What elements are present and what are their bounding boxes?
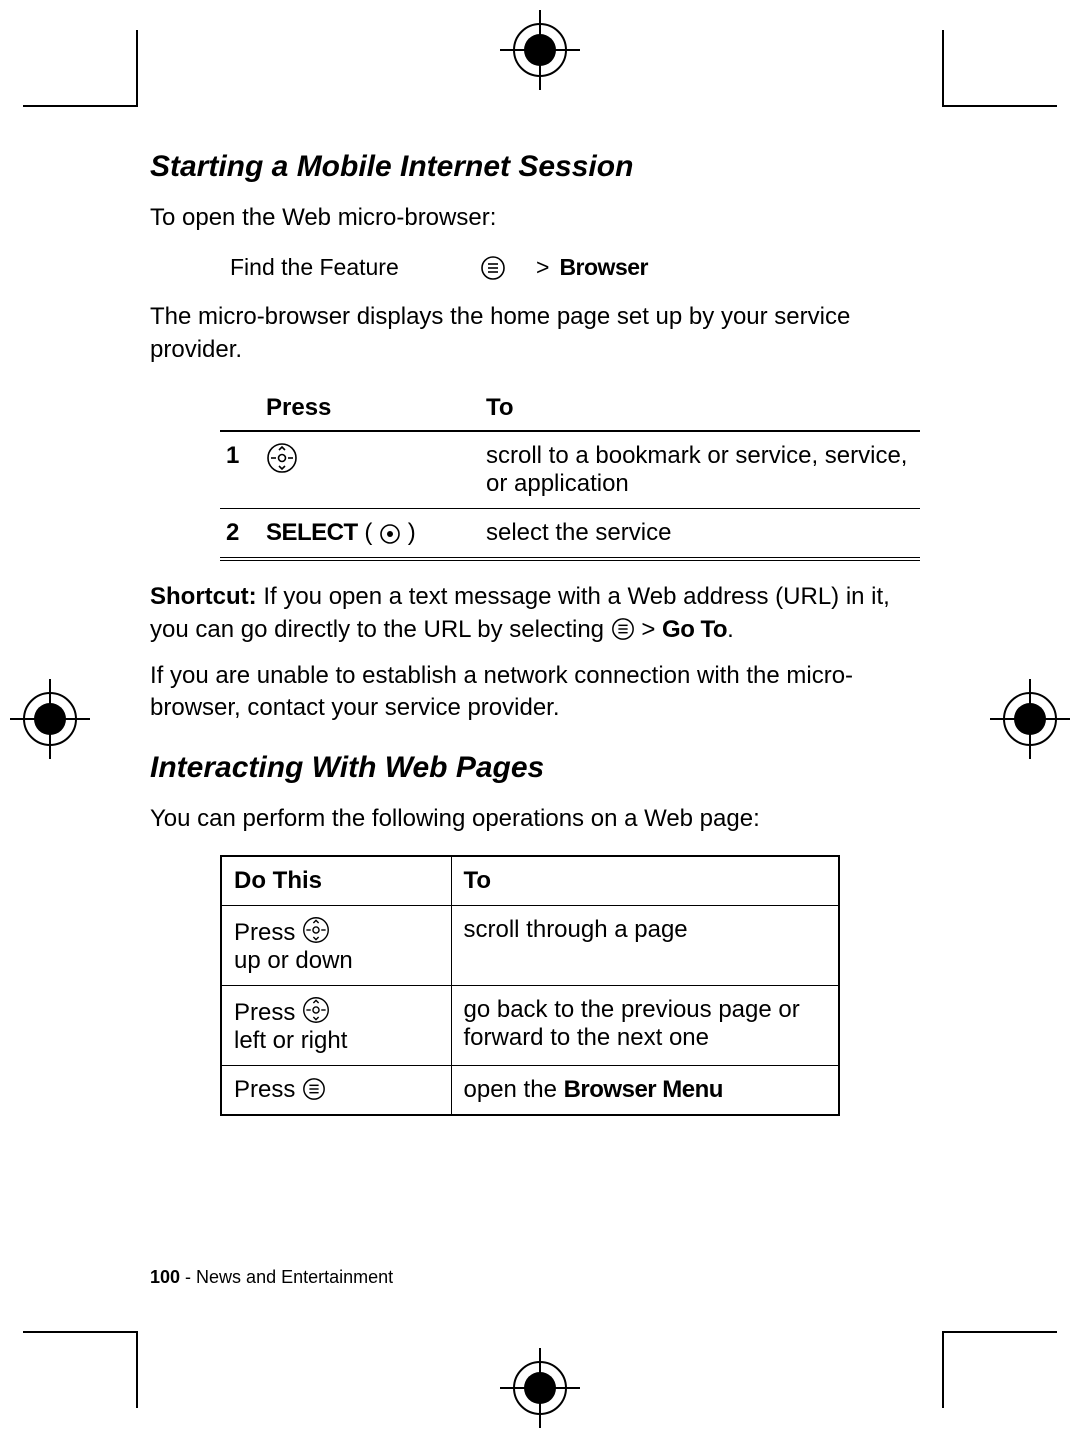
col-to: To — [480, 386, 920, 431]
shortcut-sep: > — [635, 616, 662, 643]
menu-key-icon — [611, 617, 635, 641]
find-the-feature-row: Find the Feature > Browser — [230, 254, 930, 281]
page-footer: 100 - News and Entertainment — [150, 1267, 393, 1288]
center-key-icon — [379, 523, 401, 545]
table-row: Press open the Browser Menu — [221, 1066, 839, 1116]
feature-item: Browser — [559, 254, 648, 281]
page-content: Starting a Mobile Internet Session To op… — [150, 150, 930, 1288]
menu-key-icon — [480, 255, 506, 281]
col-press: Press — [260, 386, 480, 431]
step-number: 1 — [220, 431, 260, 509]
table-row: 1 scroll to a bookmark or service, servi… — [220, 431, 920, 509]
crop-mark — [23, 1331, 138, 1333]
do-cell: Press left or right — [221, 986, 451, 1066]
crop-mark — [942, 105, 1057, 107]
do-text: Press — [234, 999, 302, 1026]
select-label: SELECT — [266, 519, 358, 546]
nav-key-icon — [302, 916, 330, 944]
step-number: 2 — [220, 509, 260, 560]
crop-mark — [942, 30, 944, 107]
to-cell: open the Browser Menu — [451, 1066, 839, 1116]
registration-mark-icon — [990, 679, 1070, 759]
do-cell: Press — [221, 1066, 451, 1116]
nav-key-icon — [302, 996, 330, 1024]
press-cell: SELECT ( ) — [260, 509, 480, 560]
shortcut-label: Shortcut: — [150, 583, 257, 610]
shortcut-goto: Go To — [662, 616, 727, 643]
do-text: Press — [234, 919, 302, 946]
table-row: Press left or right go back to the previ… — [221, 986, 839, 1066]
to-cell: scroll to a bookmark or service, service… — [480, 431, 920, 509]
do-text: Press — [234, 1076, 302, 1103]
nav-key-icon — [266, 442, 298, 474]
to-text-a: open the — [464, 1076, 564, 1103]
registration-mark-icon — [500, 1348, 580, 1428]
registration-mark-icon — [10, 679, 90, 759]
feature-label: Find the Feature — [230, 254, 480, 281]
feature-separator: > — [536, 254, 549, 281]
section-heading: Interacting With Web Pages — [150, 751, 930, 785]
to-cell: scroll through a page — [451, 906, 839, 986]
steps-table: Press To 1 scroll to a bookmark or servi… — [220, 386, 920, 561]
section-heading: Starting a Mobile Internet Session — [150, 150, 930, 184]
do-cell: Press up or down — [221, 906, 451, 986]
page-number: 100 — [150, 1267, 180, 1287]
menu-key-icon — [302, 1077, 326, 1101]
shortcut-text: If you open a text message with a Web ad… — [150, 583, 890, 642]
chapter-name: News and Entertainment — [196, 1267, 393, 1287]
crop-mark — [942, 1331, 944, 1408]
crop-mark — [23, 105, 138, 107]
col-to: To — [451, 856, 839, 906]
paragraph: The micro-browser displays the home page… — [150, 301, 930, 366]
paragraph: You can perform the following operations… — [150, 803, 930, 835]
registration-mark-icon — [500, 10, 580, 90]
crop-mark — [136, 30, 138, 107]
do-text-b: up or down — [234, 947, 353, 974]
paragraph: If you are unable to establish a network… — [150, 660, 930, 725]
feature-path: > Browser — [480, 254, 648, 281]
do-text-b: left or right — [234, 1027, 347, 1054]
to-text-b: Browser Menu — [564, 1076, 723, 1103]
table-row: Press up or down scroll through a page — [221, 906, 839, 986]
crop-mark — [942, 1331, 1057, 1333]
paragraph: To open the Web micro-browser: — [150, 202, 930, 234]
to-cell: go back to the previous page or forward … — [451, 986, 839, 1066]
table-row: 2 SELECT ( ) select the service — [220, 509, 920, 560]
open-paren: ( — [364, 519, 372, 546]
period: . — [727, 616, 734, 643]
col-do: Do This — [221, 856, 451, 906]
shortcut-paragraph: Shortcut: If you open a text message wit… — [150, 581, 930, 646]
footer-sep: - — [180, 1267, 196, 1287]
press-cell — [260, 431, 480, 509]
close-paren: ) — [408, 519, 416, 546]
operations-table: Do This To Press up or down scroll throu… — [220, 855, 840, 1116]
col-blank — [220, 386, 260, 431]
crop-mark — [136, 1331, 138, 1408]
to-cell: select the service — [480, 509, 920, 560]
